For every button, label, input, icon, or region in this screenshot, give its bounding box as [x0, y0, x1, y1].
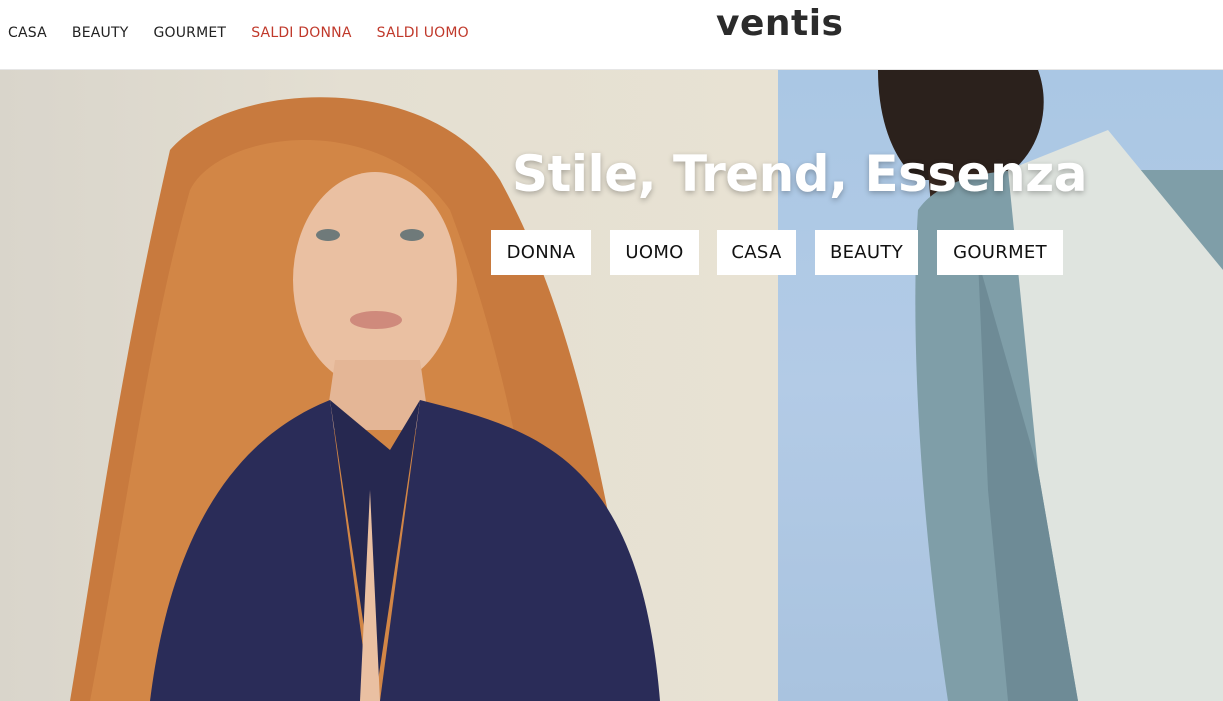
category-button-gourmet[interactable]: GOURMET	[937, 230, 1063, 275]
nav-beauty[interactable]: BEAUTY	[72, 24, 129, 42]
category-button-casa[interactable]: CASA	[717, 230, 796, 275]
top-nav: CASA BEAUTY GOURMET SALDI DONNA SALDI UO…	[8, 24, 494, 42]
nav-gourmet[interactable]: GOURMET	[153, 24, 226, 42]
category-button-beauty[interactable]: BEAUTY	[815, 230, 918, 275]
category-button-uomo[interactable]: UOMO	[610, 230, 699, 275]
category-button-donna[interactable]: DONNA	[491, 230, 591, 275]
category-buttons: DONNA UOMO CASA BEAUTY GOURMET	[0, 230, 1223, 275]
hero-headline: Stile, Trend, Essenza	[512, 145, 1088, 203]
nav-saldi-donna[interactable]: SALDI DONNA	[251, 24, 351, 42]
site-logo[interactable]: ventis	[716, 2, 844, 46]
site-header: CASA BEAUTY GOURMET SALDI DONNA SALDI UO…	[0, 0, 1223, 70]
nav-saldi-uomo[interactable]: SALDI UOMO	[377, 24, 469, 42]
hero-banner: Stile, Trend, Essenza DONNA UOMO CASA BE…	[0, 70, 1223, 701]
nav-casa[interactable]: CASA	[8, 24, 47, 42]
